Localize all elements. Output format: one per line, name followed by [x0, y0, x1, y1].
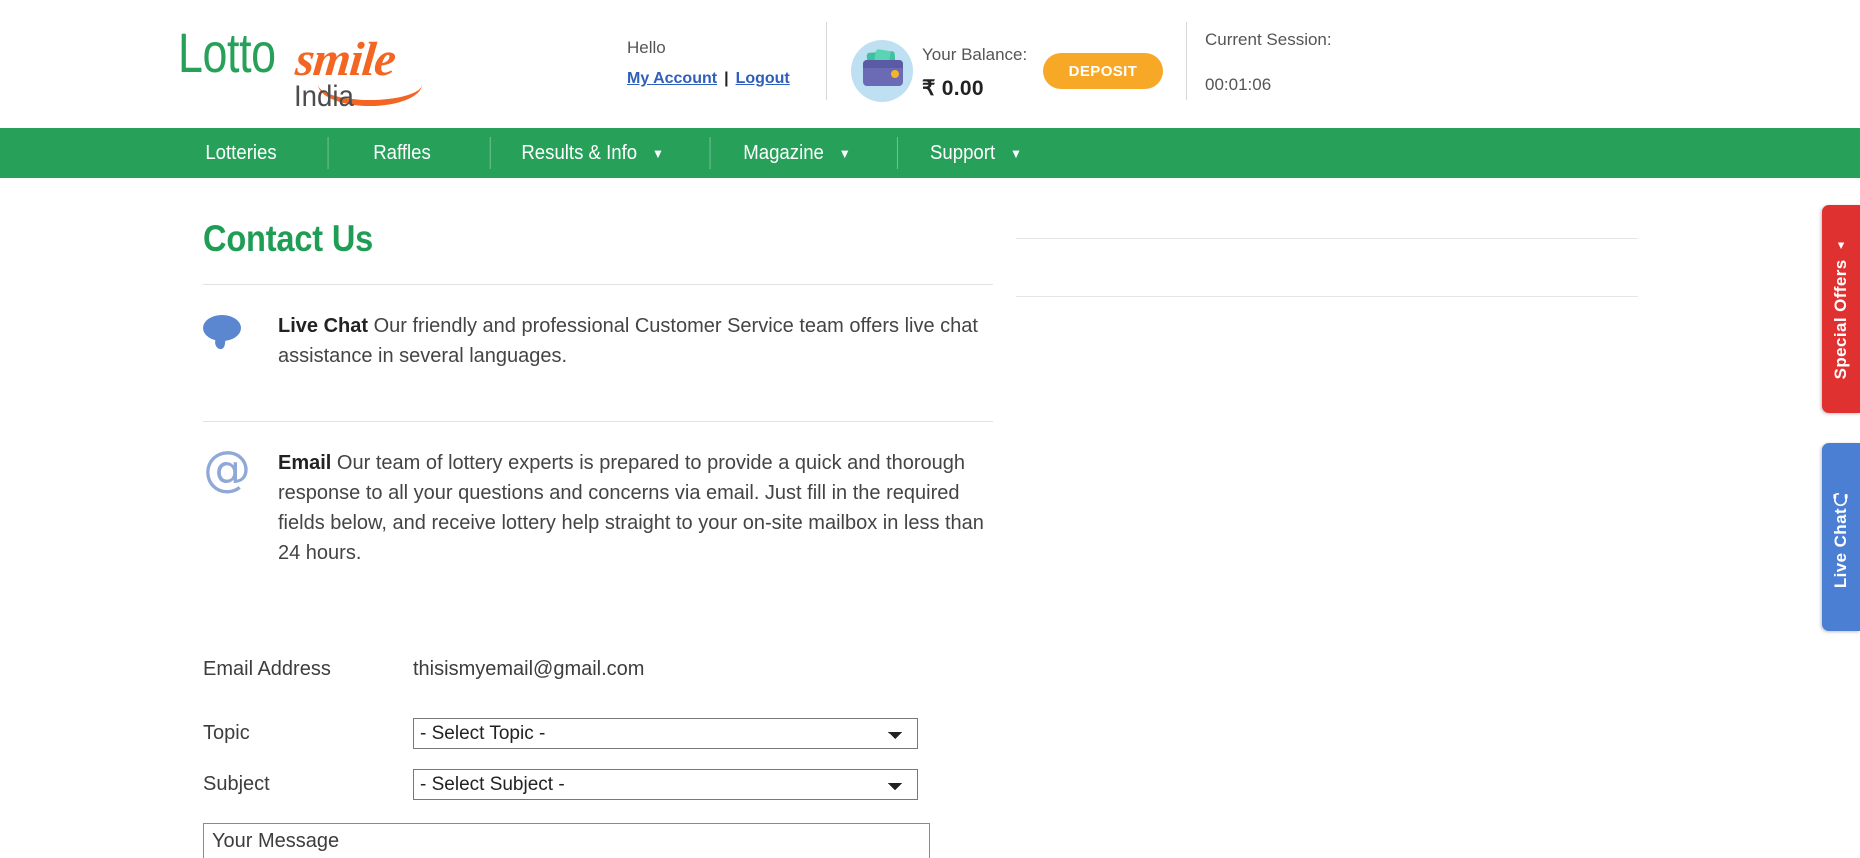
info-text-email: Email Our team of lottery experts is pre…	[278, 448, 993, 568]
special-offers-tab-label: Special Offers	[1831, 259, 1850, 380]
links-separator: |	[724, 70, 729, 87]
nav-label-results-and-info: Results & Info	[521, 141, 638, 164]
main-navigation: Lotteries Raffles Results & Info ▼ Magaz…	[0, 128, 1860, 178]
nav-label-lotteries: Lotteries	[205, 141, 277, 164]
nav-label-raffles: Raffles	[373, 141, 431, 164]
session-block: Current Session: 00:01:06	[1205, 30, 1332, 95]
info-heading-email: Email	[278, 452, 332, 474]
main-column: Contact Us Live Chat Our friendly and pr…	[203, 178, 993, 858]
my-account-link[interactable]: My Account	[627, 70, 717, 87]
form-row-subject: Subject - Select Subject -	[203, 765, 993, 803]
info-section-email: @ Email Our team of lottery experts is p…	[203, 422, 993, 594]
balance-amount: ₹ 0.00	[922, 77, 984, 100]
page-title: Contact Us	[203, 218, 374, 259]
form-row-topic: Topic - Select Topic -	[203, 714, 993, 752]
nav-item-lotteries[interactable]: Lotteries	[166, 128, 317, 178]
chevron-down-icon: ▼	[652, 145, 665, 161]
special-offers-tab[interactable]: Special Offers ▲	[1822, 205, 1860, 413]
session-label: Current Session:	[1205, 30, 1332, 49]
headset-icon	[1833, 493, 1849, 507]
info-body-live-chat: Our friendly and professional Customer S…	[278, 315, 978, 367]
chat-bubble-icon	[203, 311, 278, 371]
session-timer: 00:01:06	[1205, 75, 1272, 94]
info-body-email: Our team of lottery experts is prepared …	[278, 452, 984, 564]
info-heading-live-chat: Live Chat	[278, 315, 369, 337]
header-divider-1	[826, 22, 827, 100]
live-chat-tab-label: Live Chat	[1831, 508, 1850, 589]
form-row-message	[203, 823, 993, 858]
balance-block: Your Balance: ₹ 0.00	[922, 45, 1027, 101]
live-chat-tab[interactable]: Live Chat	[1822, 443, 1860, 631]
subject-select[interactable]: - Select Subject -	[413, 768, 918, 800]
account-links: My Account | Logout	[627, 70, 827, 88]
message-textarea[interactable]	[203, 823, 930, 858]
site-header: Lotto smile India Hello My Account | Logou…	[0, 0, 1860, 128]
nav-item-raffles[interactable]: Raffles	[327, 128, 477, 178]
email-label: Email Address	[203, 657, 331, 680]
page-content: Contact Us Live Chat Our friendly and pr…	[0, 178, 1860, 858]
logo-text-lotto: Lotto	[178, 21, 276, 84]
info-text-live-chat: Live Chat Our friendly and professional …	[278, 311, 993, 371]
topic-label: Topic	[203, 721, 250, 744]
chevron-down-icon: ▼	[839, 145, 852, 161]
subject-label: Subject	[203, 772, 270, 795]
nav-label-support: Support	[930, 141, 996, 164]
page-root: Lotto smile India Hello My Account | Logou…	[0, 0, 1860, 858]
site-logo[interactable]: Lotto smile India	[178, 18, 422, 113]
contact-form: Email Address thisismyemail@gmail.com To…	[203, 594, 993, 858]
logout-link[interactable]: Logout	[736, 70, 790, 87]
at-sign-icon: @	[203, 441, 251, 497]
nav-item-magazine[interactable]: Magazine ▼	[709, 128, 885, 178]
logo-text-smile: smile	[293, 33, 398, 86]
info-section-live-chat: Live Chat Our friendly and professional …	[203, 285, 993, 397]
sidebar-divider-2	[1016, 296, 1638, 297]
topic-select[interactable]: - Select Topic -	[413, 717, 918, 749]
form-row-email: Email Address thisismyemail@gmail.com	[203, 650, 993, 688]
nav-item-support[interactable]: Support ▼	[897, 128, 1055, 178]
greeting-text: Hello	[627, 38, 666, 57]
triangle-up-icon: ▲	[1835, 238, 1847, 252]
deposit-button[interactable]: DEPOSIT	[1043, 53, 1163, 89]
chevron-down-icon: ▼	[1010, 145, 1023, 161]
nav-item-results-and-info[interactable]: Results & Info ▼	[489, 128, 696, 178]
header-divider-2	[1186, 22, 1187, 100]
sidebar-column	[1016, 178, 1676, 858]
logo-text-india: India	[294, 80, 354, 113]
account-block: Hello My Account | Logout	[627, 38, 827, 88]
wallet-icon	[851, 40, 913, 102]
balance-label: Your Balance:	[922, 45, 1028, 64]
email-value: thisismyemail@gmail.com	[413, 657, 645, 680]
nav-label-magazine: Magazine	[743, 141, 825, 164]
